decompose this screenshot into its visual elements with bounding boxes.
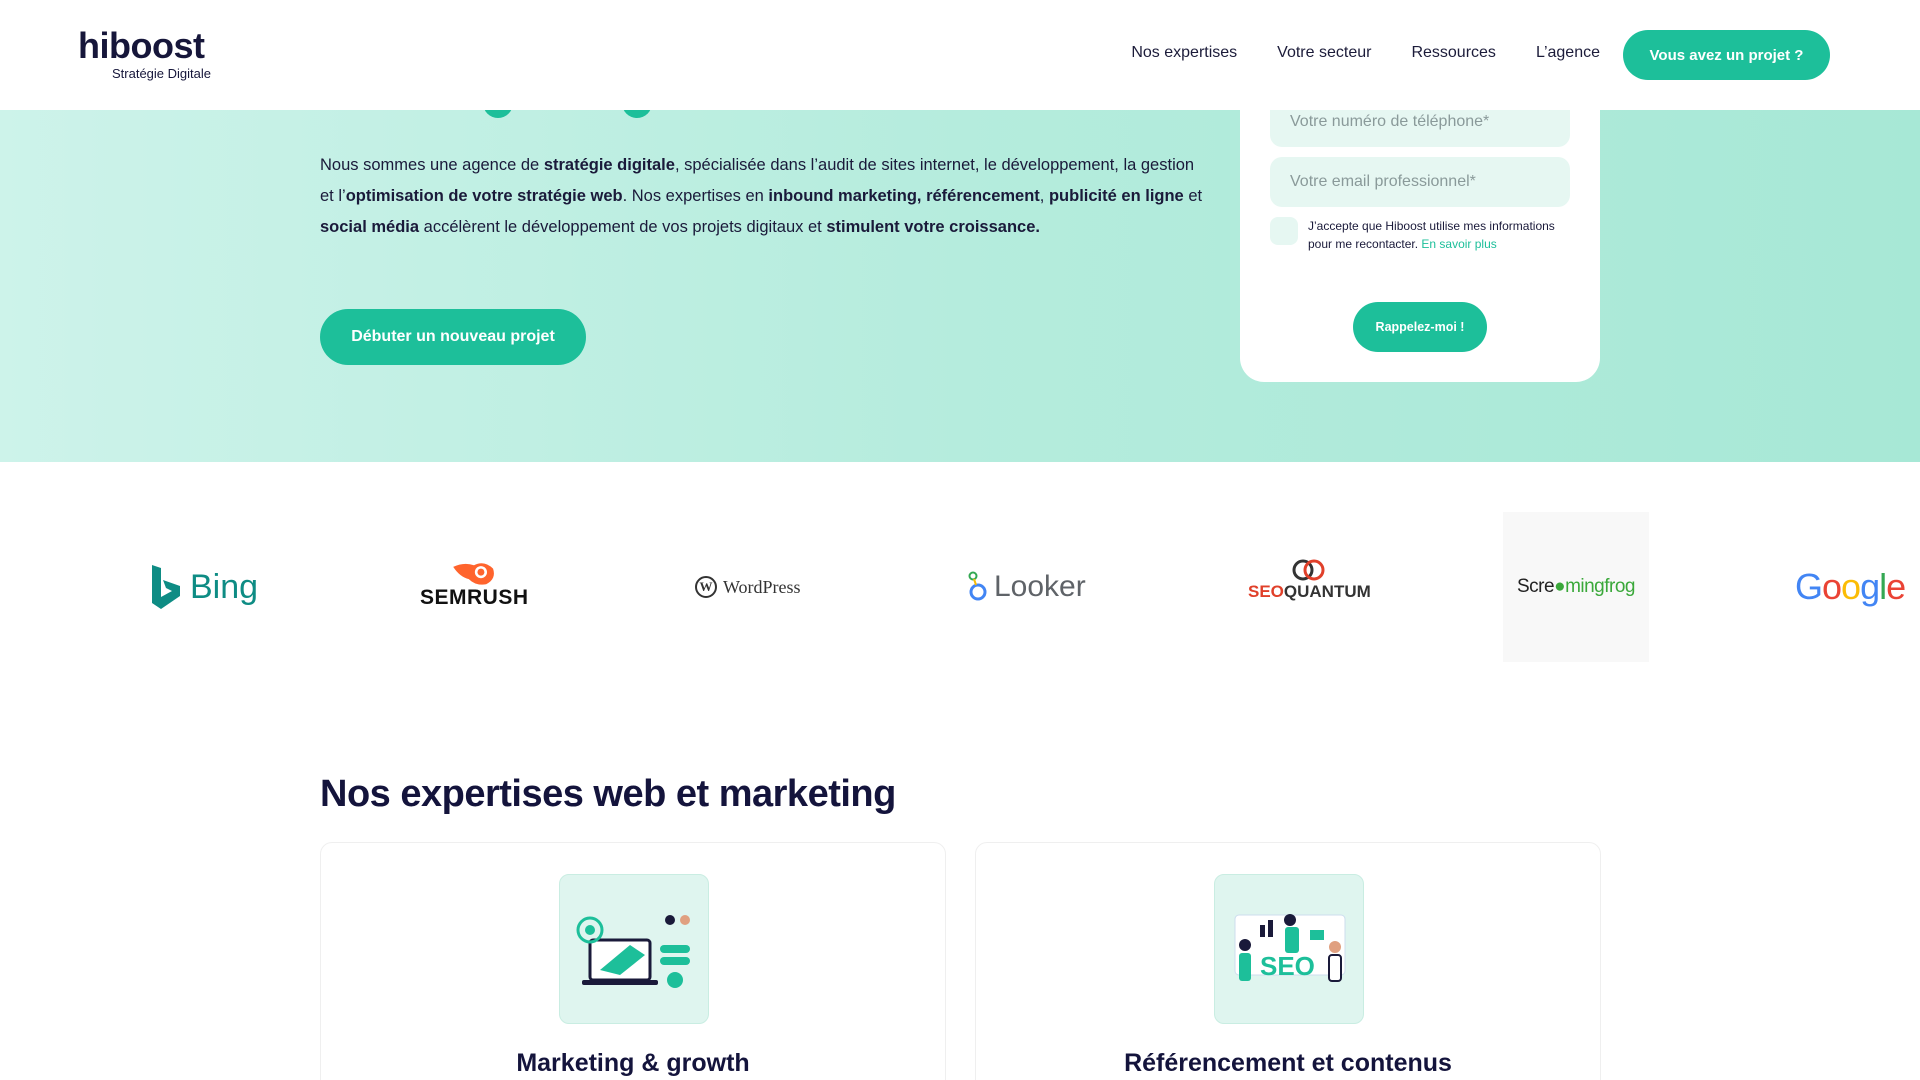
hero-text-part: . Nos expertises en — [622, 187, 769, 205]
logo-tagline: Stratégie Digitale — [112, 66, 211, 81]
hero-text-part: Nous sommes une agence de — [320, 156, 544, 174]
hero-text-part: , — [1039, 187, 1049, 205]
hero-text-bold: stratégie digitale — [543, 156, 675, 174]
nav-item-ressources[interactable]: Ressources — [1411, 44, 1495, 62]
hero-text-part: accélèrent le développement de vos proje… — [419, 218, 827, 236]
expertise-card-seo[interactable]: SEO Référencement et contenus — [975, 842, 1601, 1080]
nav-item-secteur[interactable]: Votre secteur — [1277, 44, 1371, 62]
google-logo: Google — [1795, 562, 1906, 612]
looker-icon — [968, 571, 987, 601]
main-nav: Nos expertises Votre secteur Ressources … — [1131, 44, 1600, 62]
project-cta-button[interactable]: Vous avez un projet ? — [1623, 30, 1830, 80]
hero-description: Nous sommes une agence de stratégie digi… — [320, 150, 1210, 243]
bing-icon — [152, 565, 180, 609]
seoquantum-icon — [1292, 559, 1325, 581]
svg-text:SEO: SEO — [1260, 951, 1315, 981]
semrush-logo: SEMRUSH — [420, 560, 529, 610]
seoquantum-wordmark: SEOQUANTUM — [1248, 582, 1371, 602]
frog-icon: ● — [1554, 576, 1566, 597]
hiboost-logo[interactable]: hiboost Stratégie Digitale — [78, 26, 211, 82]
nav-item-agence[interactable]: L’agence — [1536, 44, 1600, 62]
looker-logo: Looker — [968, 562, 1086, 612]
frog-text-a: Scre — [1517, 576, 1555, 597]
screamingfrog-wordmark: Scre●mingfrog — [1517, 576, 1635, 598]
consent-checkbox[interactable] — [1270, 217, 1298, 245]
wordpress-logo: W WordPress — [695, 562, 801, 612]
hero-text-bold: social média — [320, 218, 420, 236]
seoquantum-text-a: SEO — [1248, 582, 1284, 601]
seoquantum-text-b: QUANTUM — [1283, 582, 1371, 601]
email-field[interactable]: Votre email professionnel* — [1270, 157, 1570, 207]
google-letter: e — [1886, 566, 1906, 607]
hero-text-part: et — [1183, 187, 1203, 205]
hero-text-bold: publicité en ligne — [1048, 187, 1184, 205]
start-project-button[interactable]: Débuter un nouveau projet — [320, 309, 586, 365]
marketing-illustration-icon — [559, 874, 709, 1024]
google-letter: g — [1860, 566, 1880, 607]
google-letter: l — [1879, 566, 1887, 607]
semrush-wordmark: SEMRUSH — [420, 586, 529, 609]
card-title: Référencement et contenus — [1124, 1049, 1452, 1077]
hero-text-bold: inbound marketing, référencement — [768, 187, 1040, 205]
card-title: Marketing & growth — [516, 1049, 750, 1077]
screamingfrog-logo: Scre●mingfrog — [1503, 512, 1649, 662]
expertises-title: Nos expertises web et marketing — [320, 773, 896, 815]
looker-wordmark: Looker — [994, 570, 1086, 603]
expertise-card-marketing[interactable]: Marketing & growth — [320, 842, 946, 1080]
learn-more-link[interactable]: En savoir plus — [1421, 237, 1496, 251]
consent-text: J’accepte que Hiboost utilise mes inform… — [1308, 217, 1573, 253]
site-header: hiboost Stratégie Digitale Nos expertise… — [0, 0, 1920, 110]
google-letter: o — [1841, 566, 1861, 607]
partner-logos: Bing SEMRUSH W WordPress Looker SEOQUANT… — [0, 462, 1920, 712]
logo-name: hiboost — [78, 25, 205, 66]
seo-illustration-icon: SEO — [1214, 874, 1364, 1024]
nav-item-expertises[interactable]: Nos expertises — [1131, 44, 1237, 62]
bing-wordmark: Bing — [190, 567, 259, 606]
hero-title-fragment — [483, 102, 663, 120]
wordpress-wordmark: WordPress — [723, 576, 801, 597]
google-letter: G — [1795, 566, 1823, 607]
bing-logo: Bing — [150, 562, 258, 612]
hero-text-bold: optimisation de votre stratégie web — [345, 187, 623, 205]
hero-text-bold: stimulent votre croissance. — [826, 218, 1040, 236]
frog-text-b: mingfrog — [1565, 576, 1635, 597]
google-letter: o — [1822, 566, 1842, 607]
wordpress-icon: W — [695, 576, 717, 598]
callback-submit-button[interactable]: Rappelez-moi ! — [1353, 302, 1487, 352]
semrush-flame-icon — [453, 563, 495, 585]
hero-section: Nous sommes une agence de stratégie digi… — [0, 102, 1920, 462]
seoquantum-logo: SEOQUANTUM — [1248, 558, 1371, 608]
